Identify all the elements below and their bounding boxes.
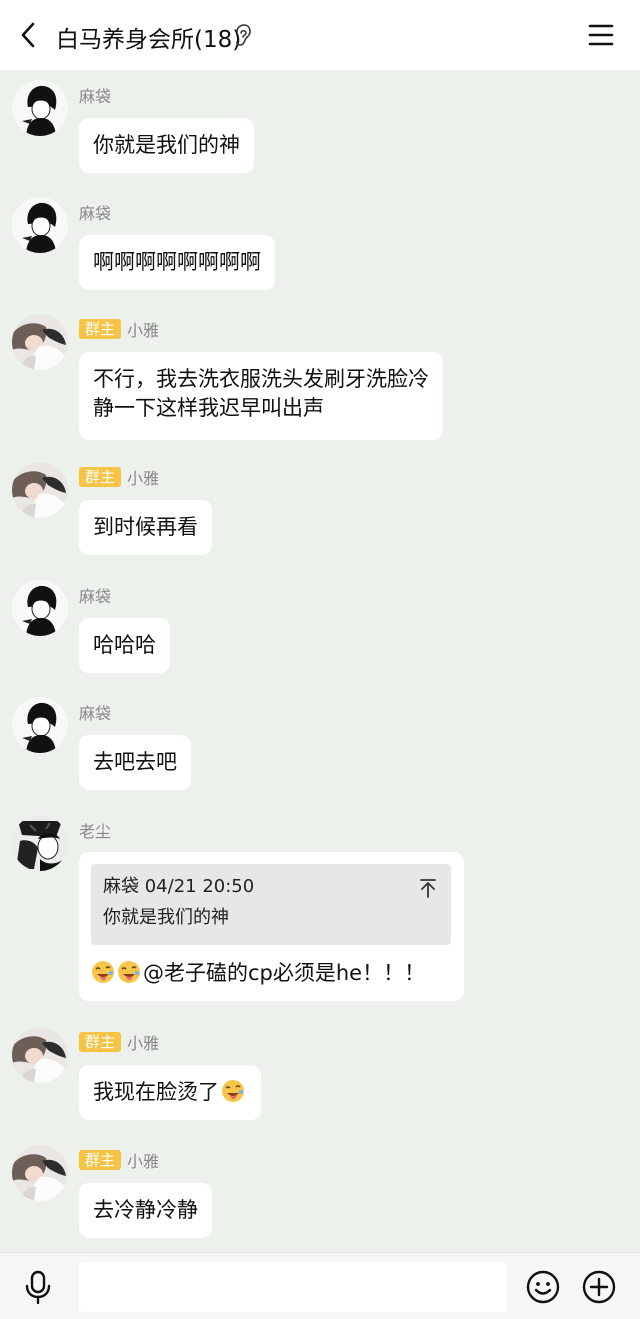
message-line: 不行，我去洗衣服洗头发刷牙洗脸冷 <box>93 367 429 391</box>
avatar[interactable] <box>12 580 68 636</box>
sender-line: 麻袋 <box>79 584 111 606</box>
avatar[interactable] <box>12 80 68 136</box>
sender-name: 小雅 <box>127 321 160 340</box>
sender-line: 麻袋 <box>79 201 111 223</box>
avatar[interactable] <box>12 1145 68 1201</box>
sender-line: 麻袋 <box>79 84 111 106</box>
message-bubble[interactable]: 啊啊啊啊啊啊啊啊 <box>79 235 275 290</box>
tongue-out-emoji-icon <box>91 960 115 984</box>
chat-title: 白马养身会所(18) <box>56 27 242 53</box>
sender-name: 小雅 <box>127 469 160 488</box>
message-text: @老子磕的cp必须是he！！！ <box>143 961 426 985</box>
owner-badge: 群主 <box>79 467 122 487</box>
quoted-message[interactable]: 麻袋 04/21 20:50 你就是我们的神 <box>91 864 451 945</box>
sender-name: 小雅 <box>127 1034 160 1053</box>
back-button[interactable] <box>14 18 44 52</box>
message-bubble[interactable]: 到时候再看 <box>79 500 212 555</box>
tongue-out-emoji-icon <box>117 960 141 984</box>
owner-badge: 群主 <box>79 1150 122 1170</box>
message-bubble[interactable]: 你就是我们的神 <box>79 118 254 173</box>
message-input[interactable] <box>79 1262 507 1312</box>
sender-line: 麻袋 <box>79 701 111 723</box>
sender-name: 麻袋 <box>79 704 112 723</box>
message-bubble[interactable]: 哈哈哈 <box>79 618 170 673</box>
avatar[interactable] <box>12 815 68 871</box>
quote-meta: 麻袋 04/21 20:50 <box>103 876 255 897</box>
plus-icon[interactable] <box>581 1269 617 1305</box>
avatar[interactable] <box>12 697 68 753</box>
avatar[interactable] <box>12 462 68 518</box>
sender-line: 群主 小雅 <box>79 1031 159 1053</box>
sender-name: 麻袋 <box>79 204 112 223</box>
owner-badge: 群主 <box>79 319 122 339</box>
menu-icon[interactable] <box>586 20 616 50</box>
avatar[interactable] <box>12 1027 68 1083</box>
sender-line: 群主 小雅 <box>79 318 159 340</box>
message-bubble[interactable]: 去冷静冷静 <box>79 1183 212 1238</box>
message-text-line: @老子磕的cp必须是he！！！ <box>91 959 451 988</box>
owner-badge: 群主 <box>79 1032 122 1052</box>
emoji-icon[interactable] <box>525 1269 561 1305</box>
tongue-out-emoji-icon <box>221 1079 245 1103</box>
avatar[interactable] <box>12 314 68 370</box>
sender-line: 群主 小雅 <box>79 1149 159 1171</box>
sender-line: 老尘 <box>79 819 111 841</box>
quote-text: 你就是我们的神 <box>103 907 229 928</box>
sender-name: 老尘 <box>79 822 112 841</box>
sender-name: 麻袋 <box>79 87 112 106</box>
message-bubble[interactable]: 不行，我去洗衣服洗头发刷牙洗脸冷 静一下这样我迟早叫出声 <box>79 352 443 440</box>
chat-header: 白马养身会所(18) <box>0 0 640 70</box>
message-bubble[interactable]: 去吧去吧 <box>79 735 191 790</box>
message-text: 我现在脸烫了 <box>93 1080 219 1104</box>
sender-name: 小雅 <box>127 1152 160 1171</box>
arrow-up-icon[interactable] <box>419 878 437 898</box>
sender-name: 麻袋 <box>79 587 112 606</box>
message-bubble[interactable]: 我现在脸烫了 <box>79 1065 261 1120</box>
avatar[interactable] <box>12 197 68 253</box>
microphone-icon[interactable] <box>22 1269 54 1305</box>
ear-icon <box>236 24 251 46</box>
message-bubble[interactable]: 麻袋 04/21 20:50 你就是我们的神 @老子磕的cp必须是he！！！ <box>79 852 464 1001</box>
sender-line: 群主 小雅 <box>79 466 159 488</box>
input-bar <box>0 1252 640 1319</box>
message-line: 静一下这样我迟早叫出声 <box>93 396 324 420</box>
